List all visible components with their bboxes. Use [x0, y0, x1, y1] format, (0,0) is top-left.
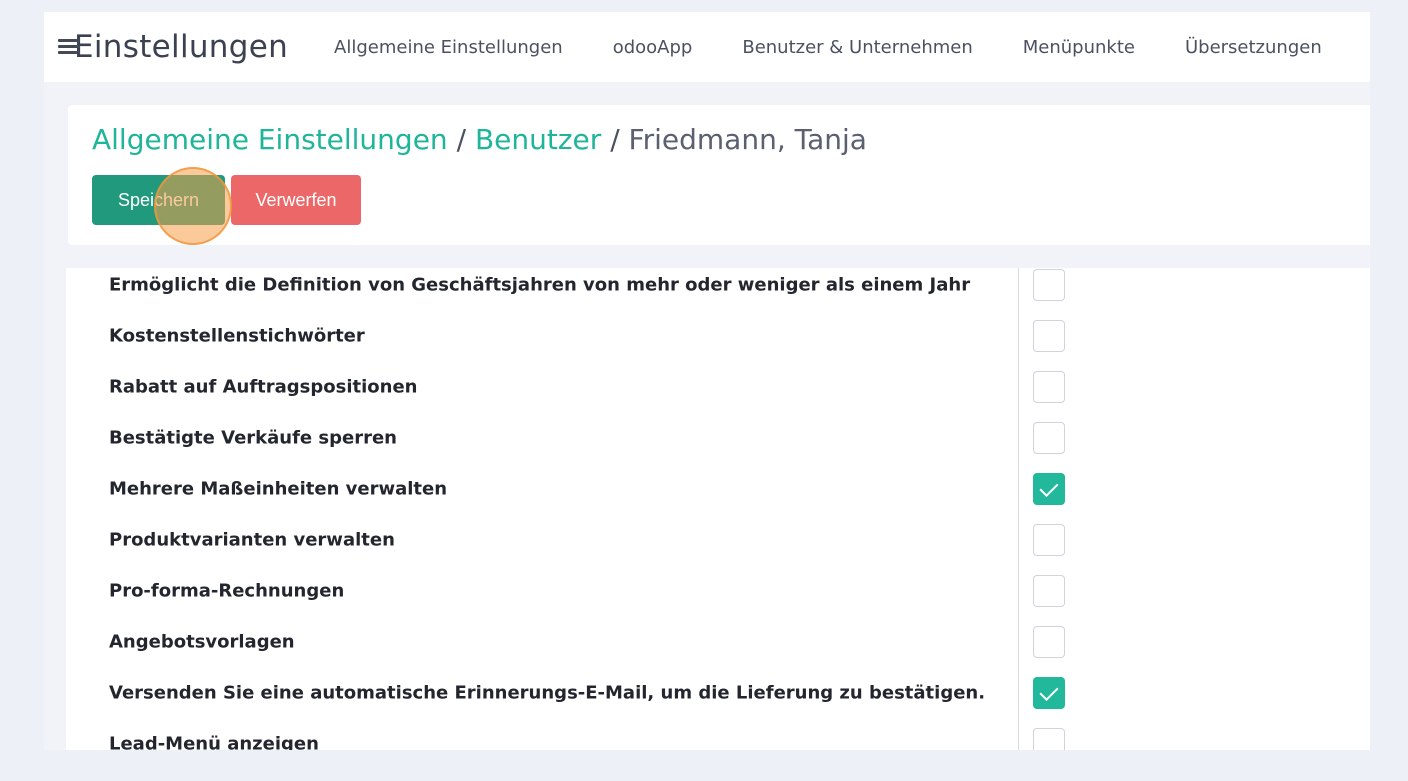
- setting-row: Angebotsvorlagen: [66, 617, 1370, 667]
- setting-label: Ermöglicht die Definition von Geschäftsj…: [109, 274, 971, 296]
- setting-label: Kostenstellenstichwörter: [109, 325, 365, 347]
- setting-checkbox[interactable]: [1033, 524, 1065, 556]
- menu-item-odooapp[interactable]: odooApp: [613, 37, 693, 58]
- setting-row: Kostenstellenstichwörter: [66, 311, 1370, 361]
- setting-checkbox[interactable]: [1033, 575, 1065, 607]
- settings-list: Ermöglicht die Definition von Geschäftsj…: [66, 268, 1370, 750]
- setting-label: Angebotsvorlagen: [109, 631, 295, 653]
- menu-item-general-settings[interactable]: Allgemeine Einstellungen: [334, 37, 563, 58]
- menu-item-menu-items[interactable]: Menüpunkte: [1023, 37, 1135, 58]
- setting-checkbox[interactable]: [1033, 728, 1065, 750]
- breadcrumb-separator: /: [456, 123, 467, 156]
- setting-checkbox[interactable]: [1033, 320, 1065, 352]
- discard-button[interactable]: Verwerfen: [231, 175, 361, 225]
- setting-row: Versenden Sie eine automatische Erinneru…: [66, 668, 1370, 718]
- setting-row: Pro-forma-Rechnungen: [66, 566, 1370, 616]
- setting-label: Mehrere Maßeinheiten verwalten: [109, 478, 448, 500]
- setting-row: Mehrere Maßeinheiten verwalten: [66, 464, 1370, 514]
- setting-row: Produktvarianten verwalten: [66, 515, 1370, 565]
- top-navbar: Einstellungen Allgemeine Einstellungen o…: [44, 12, 1370, 82]
- breadcrumb-separator: /: [610, 123, 620, 156]
- setting-label: Pro-forma-Rechnungen: [109, 580, 345, 602]
- setting-checkbox-checked[interactable]: [1033, 473, 1065, 505]
- menu-item-users-companies[interactable]: Benutzer & Unternehmen: [742, 37, 972, 58]
- setting-checkbox-checked[interactable]: [1033, 677, 1065, 709]
- setting-row: Ermöglicht die Definition von Geschäftsj…: [66, 268, 1370, 310]
- setting-row: Rabatt auf Auftragspositionen: [66, 362, 1370, 412]
- setting-checkbox[interactable]: [1033, 626, 1065, 658]
- setting-label: Bestätigte Verkäufe sperren: [109, 427, 397, 449]
- control-panel: Allgemeine Einstellungen / Benutzer / Fr…: [68, 105, 1370, 245]
- breadcrumb-users[interactable]: Benutzer: [475, 123, 601, 156]
- setting-checkbox[interactable]: [1033, 269, 1065, 301]
- setting-label: Rabatt auf Auftragspositionen: [109, 376, 418, 398]
- breadcrumb: Allgemeine Einstellungen / Benutzer / Fr…: [92, 123, 867, 156]
- setting-row: Bestätigte Verkäufe sperren: [66, 413, 1370, 463]
- setting-label: Lead-Menü anzeigen: [109, 733, 319, 751]
- setting-label: Produktvarianten verwalten: [109, 529, 395, 551]
- setting-row: Lead-Menü anzeigen: [66, 719, 1370, 750]
- breadcrumb-current-record: Friedmann, Tanja: [628, 123, 867, 156]
- menu-item-translations[interactable]: Übersetzungen: [1185, 37, 1322, 58]
- app-title[interactable]: Einstellungen: [74, 29, 288, 65]
- app-window: Einstellungen Allgemeine Einstellungen o…: [44, 12, 1370, 750]
- setting-checkbox[interactable]: [1033, 422, 1065, 454]
- setting-label: Versenden Sie eine automatische Erinneru…: [109, 682, 986, 704]
- setting-checkbox[interactable]: [1033, 371, 1065, 403]
- save-button[interactable]: Speichern: [92, 175, 225, 225]
- breadcrumb-general-settings[interactable]: Allgemeine Einstellungen: [92, 123, 448, 156]
